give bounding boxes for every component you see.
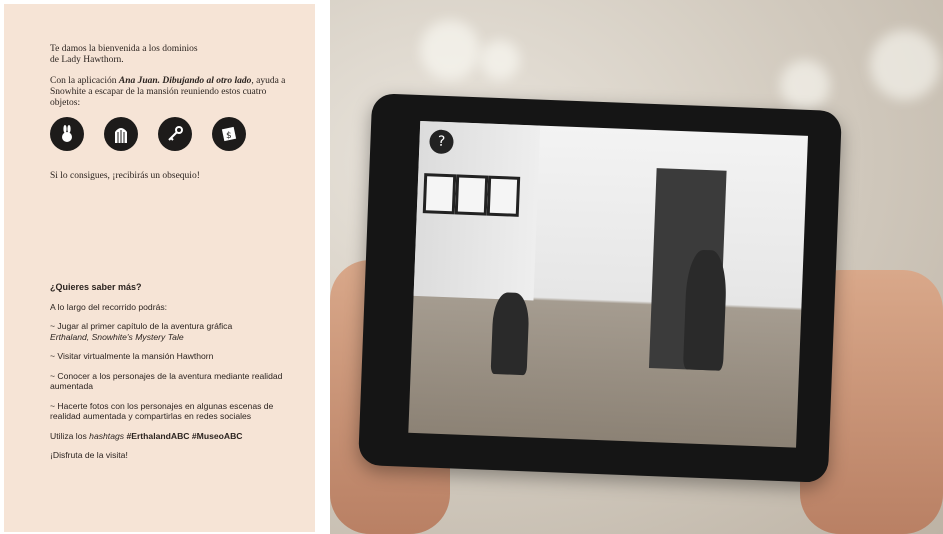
bokeh-light xyxy=(870,30,940,100)
bullet-characters: ~ Conocer a los personajes de la aventur… xyxy=(50,370,283,392)
objects-icons: $ xyxy=(50,117,246,151)
bullet-game: ~ Jugar al primer capítulo de la aventur… xyxy=(50,321,295,342)
svg-text:$: $ xyxy=(226,131,232,141)
more-intro: A lo largo del recorrido podrás: xyxy=(50,301,168,312)
instructions-text: Con la aplicación Ana Juan. Dibujando al… xyxy=(50,76,290,109)
cage-icon xyxy=(104,117,138,151)
rabbit-icon xyxy=(50,117,84,151)
bullet-game-text: ~ Jugar al primer capítulo de la aventur… xyxy=(50,321,233,331)
snowhite-character xyxy=(490,291,530,376)
welcome-line-1: Te damos la bienvenida a los dominios xyxy=(50,44,198,54)
picture-frame xyxy=(422,173,457,215)
hashtags-prefix: Utiliza los xyxy=(50,430,90,441)
game-title: Erthaland, Snowhite's Mystery Tale xyxy=(50,331,184,342)
app-name: Ana Juan. Dibujando al otro lado xyxy=(118,76,252,86)
hashtag-museo: #MuseoABC xyxy=(191,430,243,441)
more-heading: ¿Quieres saber más? xyxy=(50,282,142,292)
tablet: ? xyxy=(358,93,842,483)
farewell-text: ¡Disfruta de la visita! xyxy=(50,450,128,460)
picture-frame xyxy=(486,175,521,217)
lady-hawthorn-character xyxy=(682,249,728,371)
bokeh-light xyxy=(420,20,480,80)
note-icon: $ xyxy=(212,117,246,151)
welcome-text: Te damos la bienvenida a los dominios de… xyxy=(50,44,290,66)
welcome-line-2: de Lady Hawthorn. xyxy=(50,55,124,65)
hashtags-line: Utiliza los hashtags #ErthalandABC #Muse… xyxy=(50,431,295,442)
brochure-panel: Te damos la bienvenida a los dominios de… xyxy=(4,4,315,532)
more-info: ¿Quieres saber más? A lo largo del recor… xyxy=(50,282,295,470)
tablet-screen[interactable]: ? xyxy=(408,120,808,448)
bullet-photos: ~ Hacerte fotos con los personajes en al… xyxy=(50,400,274,422)
bokeh-light xyxy=(780,60,830,110)
hashtag-erthaland: #ErthalandABC xyxy=(126,430,190,441)
bullet-visit: ~ Visitar virtualmente la mansión Hawtho… xyxy=(50,351,214,361)
instructions-prefix: Con la aplicación xyxy=(50,76,119,86)
hashtags-word: hashtags xyxy=(89,430,125,441)
bokeh-light xyxy=(480,40,520,80)
key-icon xyxy=(158,117,192,151)
picture-frame xyxy=(454,174,489,216)
reward-text: Si lo consigues, ¡recibirás un obsequio! xyxy=(50,171,200,181)
